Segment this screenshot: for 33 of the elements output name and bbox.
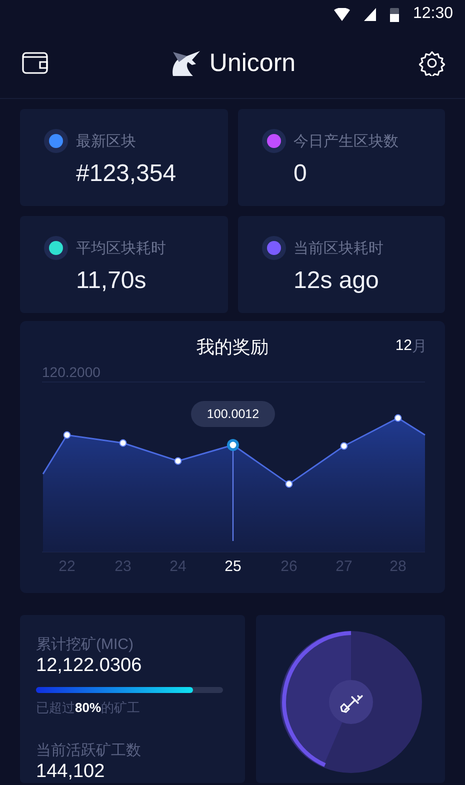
mining-dial-drawing[interactable] [278,630,422,774]
stat-label: 累计挖矿(MIC) [36,635,134,654]
stat-label: 当前活跃矿工数 [36,741,142,760]
stat-label: 平均区块耗时 [76,238,166,258]
data-point[interactable] [63,431,71,439]
data-point[interactable] [285,480,293,488]
data-point[interactable] [394,414,402,422]
stat-value: 144,102 [36,761,106,783]
value-tooltip: 100.0012 [191,401,275,427]
rank-text: 已超过80%的矿工 [36,699,142,717]
data-point[interactable] [174,457,182,465]
app-title: Unicorn [209,48,296,78]
day-label[interactable]: 25 [224,558,242,575]
data-point[interactable] [119,439,127,447]
data-point[interactable] [340,442,348,450]
stat-value: 11,70s [76,267,148,295]
wallet-icon[interactable] [22,52,48,74]
unicorn-logo-icon [171,50,202,76]
wifi-icon [334,8,350,20]
chart-title: 我的奖励 [196,336,268,359]
signal-icon [364,8,376,20]
settings-icon[interactable] [419,50,445,76]
stat-value: 0 [294,160,308,188]
status-time: 12:30 [412,5,453,23]
stat-value: #123,354 [76,160,178,188]
axis-value: 120.2000 [42,364,100,380]
battery-icon [390,6,399,22]
month-selector[interactable]: 12月 [395,337,427,356]
stat-label: 最新区块 [76,132,136,150]
stat-value: 12s ago [294,267,380,295]
stat-label: 当前区块耗时 [294,238,384,258]
stat-label: 今日产生区块数 [294,132,398,150]
stat-value: 12,122.0306 [36,655,143,677]
